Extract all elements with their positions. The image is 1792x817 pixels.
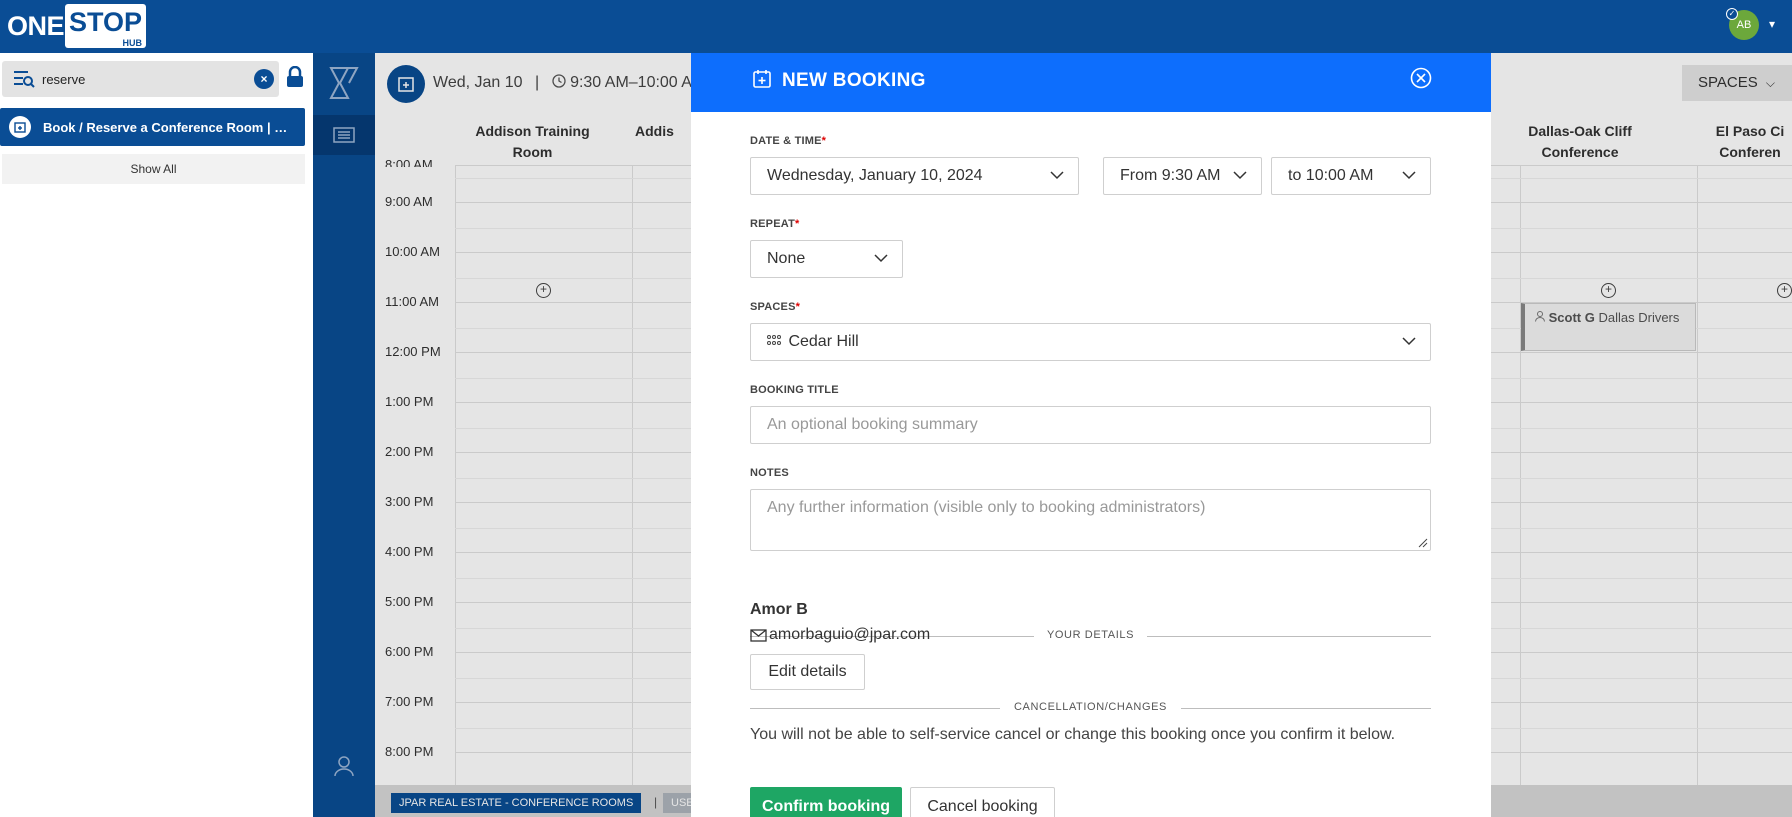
room-grid-icon (767, 335, 781, 345)
cancellation-notice: You will not be able to self-service can… (750, 726, 1396, 743)
search-input[interactable] (42, 69, 242, 89)
logo-text-stop: STOP HUB (65, 4, 147, 48)
search-box: × (2, 61, 279, 97)
chevron-down-icon (1402, 171, 1416, 180)
user-email: amorbaguio@jpar.com (750, 626, 930, 644)
notes-textarea[interactable]: Any further information (visible only to… (750, 489, 1431, 551)
show-all-button[interactable]: Show All (2, 154, 305, 184)
lock-icon[interactable] (285, 66, 305, 88)
calendar-add-icon (753, 70, 771, 88)
date-select-value: Wednesday, January 10, 2024 (767, 167, 983, 184)
onestop-hub-logo[interactable]: ONE STOP HUB (7, 4, 147, 48)
repeat-label: REPEAT* (750, 218, 800, 230)
spaces-label: SPACES* (750, 301, 800, 313)
spaces-select[interactable]: Cedar Hill (750, 323, 1431, 361)
mail-icon (750, 628, 767, 642)
calendar-add-icon (9, 116, 31, 138)
cancellation-divider: CANCELLATION/CHANGES (750, 701, 1431, 715)
clear-search-icon[interactable]: × (254, 69, 274, 89)
modal-title: NEW BOOKING (782, 70, 926, 91)
repeat-select-value: None (767, 250, 806, 267)
required-marker: * (795, 301, 801, 313)
user-avatar[interactable]: ✓ AB (1726, 8, 1759, 40)
notes-label: NOTES (750, 467, 789, 479)
date-time-label-text: DATE & TIME (750, 135, 822, 147)
repeat-label-text: REPEAT (750, 218, 796, 230)
edit-details-button[interactable]: Edit details (750, 654, 865, 690)
date-select[interactable]: Wednesday, January 10, 2024 (750, 157, 1079, 195)
search-result-item[interactable]: Book / Reserve a Conference Room | Br... (0, 108, 305, 146)
search-panel: × Book / Reserve a Conference Room | Br.… (0, 53, 313, 817)
check-badge-icon: ✓ (1726, 8, 1738, 20)
logo-text-hub: HUB (122, 38, 143, 48)
spaces-select-value: Cedar Hill (788, 333, 859, 350)
required-marker: * (821, 135, 827, 147)
user-menu-caret-icon[interactable]: ▾ (1769, 17, 1775, 31)
spaces-label-text: SPACES (750, 301, 796, 313)
chevron-down-icon (1050, 171, 1064, 180)
search-result-label: Book / Reserve a Conference Room | Br... (43, 119, 293, 135)
booking-title-label: BOOKING TITLE (750, 384, 839, 396)
cancel-booking-button[interactable]: Cancel booking (910, 787, 1055, 817)
end-time-value: to 10:00 AM (1288, 167, 1374, 184)
search-menu-icon[interactable] (13, 69, 35, 89)
repeat-select[interactable]: None (750, 240, 903, 278)
start-time-value: From 9:30 AM (1120, 167, 1221, 184)
logo-stop-label: STOP (69, 7, 143, 37)
cancellation-label: CANCELLATION/CHANGES (1014, 701, 1167, 713)
logo-text-one: ONE (7, 11, 65, 41)
new-booking-modal: NEW BOOKING DATE & TIME* Wednesday, Janu… (691, 53, 1491, 817)
top-bar: ONE STOP HUB ✓ AB ▾ (0, 0, 1792, 53)
user-name: Amor B (750, 601, 808, 618)
chevron-down-icon (1233, 171, 1247, 180)
avatar-initials: AB (1736, 19, 1752, 31)
chevron-down-icon (1402, 337, 1416, 346)
user-email-value: amorbaguio@jpar.com (769, 626, 931, 643)
required-marker: * (795, 218, 800, 230)
close-icon[interactable] (1410, 67, 1432, 89)
modal-header: NEW BOOKING (691, 53, 1491, 112)
resize-handle-icon[interactable] (1418, 538, 1428, 548)
date-time-label: DATE & TIME* (750, 135, 826, 147)
start-time-select[interactable]: From 9:30 AM (1103, 157, 1262, 195)
confirm-booking-button[interactable]: Confirm booking (750, 787, 902, 817)
chevron-down-icon (874, 254, 888, 263)
booking-title-input[interactable]: An optional booking summary (750, 406, 1431, 444)
end-time-select[interactable]: to 10:00 AM (1271, 157, 1431, 195)
notes-placeholder: Any further information (visible only to… (767, 499, 1206, 516)
